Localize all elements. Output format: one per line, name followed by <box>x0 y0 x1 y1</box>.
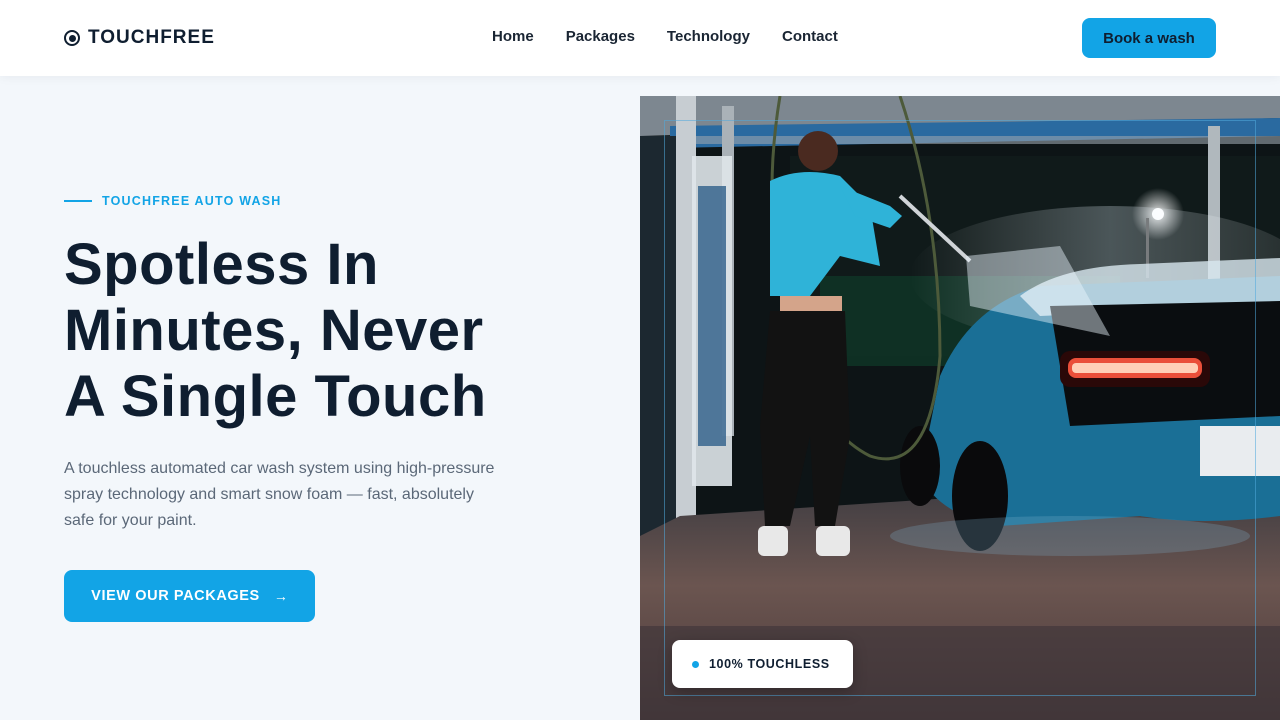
book-a-wash-button[interactable]: Book a wash <box>1082 18 1216 58</box>
hero-eyebrow: TOUCHFREE AUTO WASH <box>64 194 282 208</box>
circle-dot-logo-icon <box>64 30 80 46</box>
view-packages-button[interactable]: VIEW OUR PACKAGES → <box>64 570 315 622</box>
eyebrow-label: TOUCHFREE AUTO WASH <box>102 194 282 208</box>
nav-technology-link[interactable]: Technology <box>667 28 750 45</box>
hero-lead-text: A touchless automated car wash system us… <box>64 460 495 529</box>
site-header: TOUCHFREE Home Packages Technology Conta… <box>0 0 1280 76</box>
headline-line-2: Minutes, Never <box>64 298 484 363</box>
headline-line-3: A Single Touch <box>64 364 487 429</box>
nav-home-link[interactable]: Home <box>492 28 534 45</box>
eyebrow-divider <box>64 200 92 202</box>
nav-packages-link[interactable]: Packages <box>566 28 635 45</box>
view-packages-label: VIEW OUR PACKAGES <box>91 588 260 604</box>
hero-photo <box>640 96 1280 720</box>
status-dot-icon <box>692 660 699 668</box>
arrow-right-icon: → <box>273 588 288 604</box>
hero-headline: Spotless In Minutes, Never A Single Touc… <box>64 232 604 430</box>
brand-name: TOUCHFREE <box>88 27 215 48</box>
badge-label: 100% TOUCHLESS <box>709 657 830 671</box>
touchless-badge: 100% TOUCHLESS <box>672 640 853 688</box>
car-wash-illustration <box>640 96 1280 720</box>
headline-line-1: Spotless In <box>64 232 379 297</box>
nav-contact-link[interactable]: Contact <box>782 28 838 45</box>
brand-logo[interactable]: TOUCHFREE <box>64 26 215 50</box>
main-nav: Home Packages Technology Contact <box>492 28 838 45</box>
